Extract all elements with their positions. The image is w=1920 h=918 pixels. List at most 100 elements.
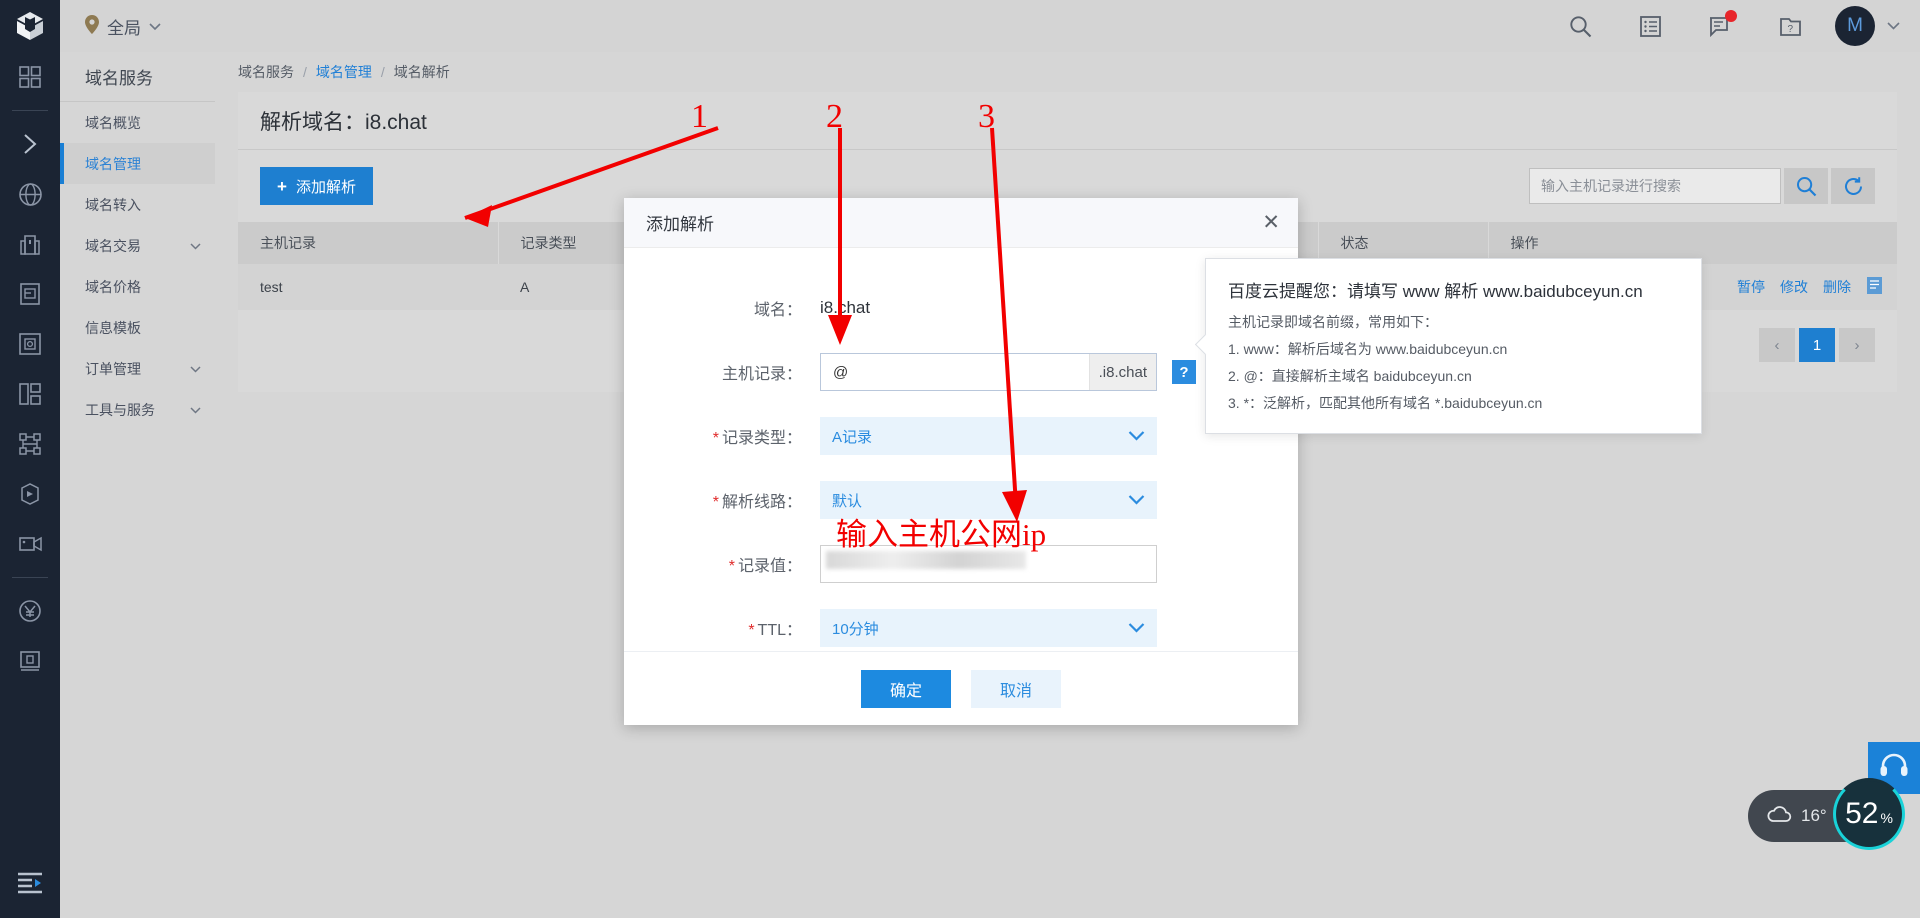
plus-icon: + [277,178,287,195]
close-icon[interactable]: ✕ [1262,212,1280,233]
app-root: 全局 ? M [0,0,1920,918]
sidebar-title: 域名服务 [60,52,215,102]
rail-item-security[interactable] [0,636,60,686]
ttl-label: *TTL： [650,616,820,640]
sidebar-item-label: 订单管理 [85,359,141,379]
record-type-select[interactable]: A记录 [820,417,1157,455]
column-host[interactable]: 主机记录 [238,222,498,264]
help-folder-icon[interactable]: ? [1777,13,1803,39]
sidebar-item-label: 域名管理 [85,154,141,174]
sidebar-item-tools[interactable]: 工具与服务 [60,389,215,430]
chevron-down-icon [1128,428,1145,445]
rail-divider [12,110,48,111]
sidebar-item-overview[interactable]: 域名概览 [60,102,215,143]
sidebar: 域名服务 域名概览 域名管理 域名转入 域名交易 域名价格 信息模板 订单管理 [60,52,215,918]
field-row-record-value: *记录值： [624,532,1298,596]
humidity-unit: % [1880,810,1892,826]
field-row-domain: 域名： i8.chat [624,276,1298,340]
confirm-button[interactable]: 确定 [861,670,951,708]
record-value-input[interactable] [820,545,1157,583]
region-selector[interactable]: 全局 [85,14,161,39]
resolve-line-select[interactable]: 默认 [820,481,1157,519]
rail-item-apps[interactable] [0,369,60,419]
user-menu[interactable]: M [1835,6,1900,46]
sidebar-item-label: 信息模板 [85,318,141,338]
dialog-footer: 确定 取消 [624,651,1298,725]
rail-item-expand[interactable] [0,119,60,169]
rail-item-domain[interactable] [0,169,60,219]
location-pin-icon [85,15,99,38]
tooltip-line-2: 2. @：直接解析主域名 baidubceyun.cn [1228,366,1679,386]
resolve-line-value: 默认 [832,490,862,511]
record-value-label: *记录值： [650,552,820,576]
pause-action[interactable]: 暂停 [1737,277,1765,297]
rail-item-dashboard[interactable] [0,52,60,102]
pagination-prev[interactable]: ‹ [1759,328,1795,362]
cancel-button[interactable]: 取消 [971,670,1061,708]
chevron-down-icon [1887,19,1900,34]
breadcrumb-item-0[interactable]: 域名服务 [238,62,294,82]
search-input[interactable] [1529,168,1781,204]
temperature-value: 16° [1801,806,1827,826]
resolve-line-control: 默认 [820,481,1157,519]
field-row-host: 主机记录： .i8.chat ? [624,340,1298,404]
edit-action[interactable]: 修改 [1780,277,1808,297]
note-icon[interactable] [1866,276,1883,298]
sidebar-item-trading[interactable]: 域名交易 [60,225,215,266]
required-mark: * [713,430,719,447]
required-mark: * [713,494,719,511]
list-icon[interactable] [1637,13,1663,39]
host-record-label: 主机记录： [650,360,820,384]
cloud-icon [1766,805,1793,828]
dialog-title: 添加解析 [646,210,714,235]
avatar: M [1835,6,1875,46]
cell-host: test [238,264,498,310]
resolve-line-label: *解析线路： [650,488,820,512]
sidebar-item-label: 域名交易 [85,236,141,256]
sidebar-item-management[interactable]: 域名管理 [60,143,215,184]
breadcrumb-item-1[interactable]: 域名管理 [316,62,372,82]
host-record-suffix: .i8.chat [1089,354,1156,390]
ttl-value: 10分钟 [832,618,879,639]
pagination-page-1[interactable]: 1 [1799,328,1835,362]
sidebar-item-transfer-in[interactable]: 域名转入 [60,184,215,225]
add-record-label: 添加解析 [296,176,356,197]
rail-item-datacenter[interactable] [0,219,60,269]
record-value-control [820,545,1157,583]
rail-item-package[interactable] [0,469,60,519]
tooltip-subtitle: 主机记录即域名前缀，常用如下： [1228,312,1679,332]
breadcrumb-separator: / [303,64,307,80]
sidebar-item-info-template[interactable]: 信息模板 [60,307,215,348]
search-button[interactable] [1784,168,1828,204]
sidebar-item-price[interactable]: 域名价格 [60,266,215,307]
tooltip-title: 百度云提醒您：请填写 www 解析 www.baidubceyun.cn [1228,277,1679,302]
rail-item-media[interactable] [0,519,60,569]
breadcrumb-separator: / [381,64,385,80]
message-icon[interactable] [1707,13,1733,39]
rail-item-network[interactable] [0,419,60,469]
host-record-control: .i8.chat ? [820,353,1157,391]
cube-logo-icon[interactable] [0,0,60,52]
rail-item-billing[interactable] [0,586,60,636]
search-icon[interactable] [1567,13,1593,39]
rail-item-document[interactable] [0,269,60,319]
page-title: 解析域名：i8.chat [238,92,1897,150]
sidebar-item-label: 域名价格 [85,277,141,297]
refresh-button[interactable] [1831,168,1875,204]
sidebar-collapse-icon[interactable] [0,858,60,908]
region-label: 全局 [107,14,141,39]
sidebar-item-orders[interactable]: 订单管理 [60,348,215,389]
required-mark: * [748,622,754,639]
delete-action[interactable]: 删除 [1823,277,1851,297]
add-record-dialog: 添加解析 ✕ 域名： i8.chat 主机记录： .i8.chat ? *记录类… [624,198,1298,725]
tooltip-line-3: 3. *：泛解析，匹配其他所有域名 *.baidubceyun.cn [1228,393,1679,413]
icon-rail [0,52,60,918]
humidity-gauge[interactable]: 52 % [1833,778,1905,850]
headset-icon [1879,753,1909,784]
pagination-next[interactable]: › [1839,328,1875,362]
add-record-button[interactable]: + 添加解析 [260,167,373,205]
ttl-select[interactable]: 10分钟 [820,609,1157,647]
dialog-body: 域名： i8.chat 主机记录： .i8.chat ? *记录类型： A记录 [624,248,1298,660]
help-icon[interactable]: ? [1172,360,1196,384]
rail-item-monitor[interactable] [0,319,60,369]
